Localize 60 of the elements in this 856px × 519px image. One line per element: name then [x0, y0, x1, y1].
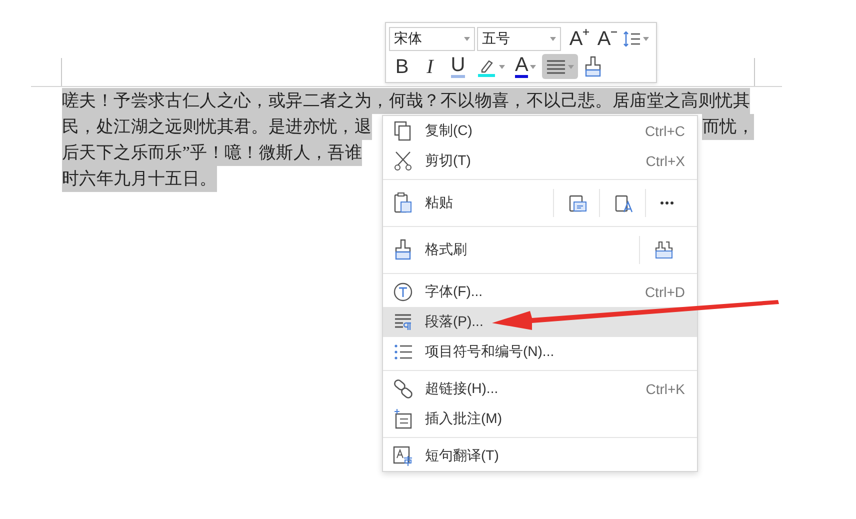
brush-icon — [393, 239, 413, 261]
menu-item-label: 剪切(T) — [425, 152, 472, 170]
caret-icon — [643, 36, 649, 40]
menu-item-label: 插入批注(M) — [425, 410, 503, 428]
underline-button[interactable]: U — [445, 54, 471, 79]
brushes-icon — [654, 240, 674, 260]
brush-icon — [584, 56, 602, 78]
selected-text: 时六年九月十五日。 — [62, 166, 217, 192]
align-button[interactable] — [542, 54, 578, 79]
menu-item-label: 复制(C) — [425, 122, 474, 140]
menu-item[interactable]: 复制(C) Ctrl+C — [383, 116, 697, 146]
grow-font-button[interactable]: A — [563, 26, 589, 51]
shortcut-text: Ctrl+X — [646, 153, 685, 169]
caret-icon — [568, 64, 574, 68]
scissors-icon — [393, 150, 413, 172]
menu-item[interactable]: 超链接(H)... Ctrl+K — [383, 374, 697, 404]
menu-item-label: 项目符号和编号(N)... — [425, 343, 556, 361]
clipboard-icon — [614, 193, 634, 213]
caret-icon — [464, 36, 470, 40]
font-color-button[interactable]: A — [511, 54, 540, 79]
shortcut-text: Ctrl+D — [644, 284, 685, 300]
caret-icon — [550, 36, 556, 40]
font-name-select[interactable]: 宋体 — [389, 26, 475, 50]
menu-item-label: 短句翻译(T) — [425, 447, 500, 465]
link-icon — [393, 378, 413, 400]
menu-item-label: 段落(P)... — [425, 313, 484, 331]
copy-icon — [393, 120, 413, 142]
menu-item[interactable]: 格式刷 — [383, 230, 697, 270]
translate-icon — [393, 445, 413, 467]
menu-item-label: 字体(F)... — [425, 283, 484, 301]
italic-button[interactable]: I — [417, 54, 443, 79]
selected-text: 后天下之乐而乐”乎！噫！微斯人，吾谁 — [62, 140, 362, 166]
menu-item[interactable]: 短句翻译(T) — [383, 441, 697, 471]
shortcut-text: Ctrl+C — [644, 123, 685, 139]
menu-item[interactable]: 项目符号和编号(N)... — [383, 337, 697, 367]
bold-button[interactable]: B — [389, 54, 415, 79]
align-icon — [546, 58, 566, 74]
menu-item[interactable]: 粘贴 — [383, 183, 697, 223]
plus-icon — [582, 28, 589, 34]
selected-text: 民，处江湖之远则忧其君。是进亦忧，退 — [62, 114, 372, 140]
caret-icon — [499, 64, 505, 68]
shortcut-text: Ctrl+K — [646, 381, 685, 397]
menu-item-label: 粘贴 — [425, 194, 454, 212]
menu-item[interactable]: 插入批注(M) — [383, 404, 697, 434]
selected-text: 而忧， — [702, 114, 754, 140]
menu-item[interactable]: 字体(F)... Ctrl+D — [383, 277, 697, 307]
more-icon — [660, 201, 674, 205]
menu-item[interactable]: 剪切(T) Ctrl+X — [383, 146, 697, 176]
caret-icon — [530, 64, 536, 68]
clipboard-icon — [568, 193, 588, 213]
shrink-font-button[interactable]: A — [591, 26, 617, 51]
menu-item-label: 格式刷 — [425, 241, 468, 259]
note-icon — [393, 408, 413, 430]
minus-icon — [610, 28, 617, 34]
selected-text: 嗟夫！予尝求古仁人之心，或异二者之为，何哉？不以物喜，不以己悲。居庙堂之高则忧其 — [62, 88, 750, 114]
clipboard-icon — [393, 192, 413, 214]
line-spacing-icon — [623, 30, 641, 48]
circled-t-icon — [393, 281, 413, 303]
font-size-select[interactable]: 五号 — [477, 26, 561, 50]
menu-item-label: 超链接(H)... — [425, 380, 500, 398]
